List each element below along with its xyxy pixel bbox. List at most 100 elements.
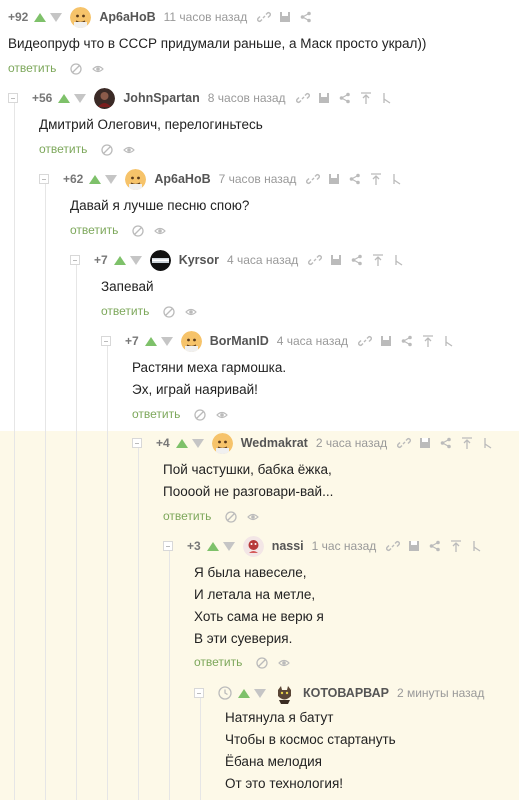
go-to-parent-icon[interactable] — [371, 253, 385, 267]
hide-icon[interactable] — [70, 62, 83, 75]
avatar[interactable] — [70, 6, 92, 28]
username[interactable]: Ар6аНоВ — [154, 172, 210, 186]
collapse-thread-button[interactable] — [101, 336, 111, 346]
upvote-icon[interactable] — [144, 336, 157, 346]
hide-icon[interactable] — [225, 510, 238, 523]
reply-link[interactable]: ответить — [39, 142, 87, 156]
go-to-parent-icon[interactable] — [460, 436, 474, 450]
share-icon[interactable] — [338, 91, 352, 105]
save-icon[interactable] — [317, 91, 331, 105]
link-icon[interactable] — [397, 436, 412, 450]
comment-time[interactable]: 8 часов назад — [208, 91, 286, 105]
collapse-thread-button[interactable] — [132, 438, 142, 448]
reply-link[interactable]: ответить — [8, 61, 56, 75]
collapse-thread-button[interactable] — [70, 255, 80, 265]
go-to-root-icon[interactable] — [390, 172, 404, 186]
hide-icon[interactable] — [163, 305, 176, 318]
share-icon[interactable] — [428, 539, 442, 553]
link-icon[interactable] — [308, 253, 323, 267]
comment-time[interactable]: 4 часа назад — [277, 334, 348, 348]
save-icon[interactable] — [278, 10, 292, 24]
collapse-thread-button[interactable] — [163, 541, 173, 551]
share-icon[interactable] — [299, 10, 313, 24]
reply-link[interactable]: ответить — [70, 223, 118, 237]
reply-link[interactable]: ответить — [101, 304, 149, 318]
avatar[interactable] — [242, 535, 264, 557]
share-icon[interactable] — [439, 436, 453, 450]
save-icon[interactable] — [379, 334, 393, 348]
go-to-root-icon[interactable] — [380, 91, 394, 105]
save-icon[interactable] — [418, 436, 432, 450]
go-to-root-icon[interactable] — [481, 436, 495, 450]
go-to-parent-icon[interactable] — [359, 91, 373, 105]
upvote-icon[interactable] — [206, 541, 219, 551]
go-to-parent-icon[interactable] — [449, 539, 463, 553]
go-to-parent-icon[interactable] — [421, 334, 435, 348]
show-icon[interactable] — [278, 656, 291, 668]
avatar[interactable] — [180, 330, 202, 352]
go-to-root-icon[interactable] — [392, 253, 406, 267]
username[interactable]: BorManID — [210, 334, 269, 348]
upvote-icon[interactable] — [238, 688, 250, 698]
show-icon[interactable] — [92, 62, 105, 74]
hide-icon[interactable] — [256, 656, 269, 669]
collapse-thread-button[interactable] — [39, 174, 49, 184]
link-icon[interactable] — [295, 91, 310, 105]
show-icon[interactable] — [216, 408, 229, 420]
save-icon[interactable] — [407, 539, 421, 553]
comment-time[interactable]: 2 минуты назад — [397, 686, 484, 700]
save-icon[interactable] — [329, 253, 343, 267]
link-icon[interactable] — [358, 334, 373, 348]
reply-link[interactable]: ответить — [132, 407, 180, 421]
share-icon[interactable] — [350, 253, 364, 267]
username[interactable]: Kyrsor — [179, 253, 219, 267]
collapse-thread-button[interactable] — [8, 93, 18, 103]
hide-icon[interactable] — [132, 224, 145, 237]
comment-time[interactable]: 11 часов назад — [164, 10, 248, 24]
username[interactable]: Wedmakrat — [241, 436, 308, 450]
comment-time[interactable]: 4 часа назад — [227, 253, 298, 267]
show-icon[interactable] — [154, 224, 167, 236]
show-icon[interactable] — [185, 305, 198, 317]
upvote-icon[interactable] — [113, 255, 126, 265]
comment-time[interactable]: 7 часов назад — [219, 172, 297, 186]
upvote-icon[interactable] — [34, 12, 47, 22]
show-icon[interactable] — [123, 143, 136, 155]
downvote-icon[interactable] — [129, 255, 142, 265]
avatar[interactable] — [211, 432, 233, 454]
downvote-icon[interactable] — [222, 541, 235, 551]
link-icon[interactable] — [386, 539, 401, 553]
comment-time[interactable]: 1 час назад — [312, 539, 377, 553]
upvote-icon[interactable] — [89, 174, 102, 184]
share-icon[interactable] — [348, 172, 362, 186]
go-to-parent-icon[interactable] — [369, 172, 383, 186]
username[interactable]: JohnSpartan — [123, 91, 199, 105]
upvote-icon[interactable] — [58, 93, 71, 103]
collapse-thread-button[interactable] — [194, 688, 204, 698]
reply-link[interactable]: ответить — [194, 655, 242, 669]
downvote-icon[interactable] — [74, 93, 87, 103]
avatar[interactable] — [149, 249, 171, 271]
downvote-icon[interactable] — [160, 336, 173, 346]
downvote-icon[interactable] — [105, 174, 118, 184]
save-icon[interactable] — [327, 172, 341, 186]
link-icon[interactable] — [257, 10, 272, 24]
hide-icon[interactable] — [101, 143, 114, 156]
username[interactable]: nassi — [272, 539, 304, 553]
username[interactable]: Ар6аНоВ — [99, 10, 155, 24]
avatar[interactable] — [125, 168, 147, 190]
username[interactable]: КОТОВАРВАР — [303, 686, 389, 700]
hide-icon[interactable] — [194, 408, 207, 421]
comment-time[interactable]: 2 часа назад — [316, 436, 387, 450]
avatar[interactable] — [94, 87, 116, 109]
go-to-root-icon[interactable] — [470, 539, 484, 553]
link-icon[interactable] — [306, 172, 321, 186]
downvote-icon[interactable] — [50, 12, 63, 22]
avatar[interactable] — [274, 682, 295, 704]
upvote-icon[interactable] — [175, 438, 188, 448]
downvote-icon[interactable] — [191, 438, 204, 448]
downvote-icon[interactable] — [254, 688, 266, 698]
go-to-root-icon[interactable] — [442, 334, 456, 348]
reply-link[interactable]: ответить — [163, 509, 211, 523]
show-icon[interactable] — [247, 510, 260, 522]
